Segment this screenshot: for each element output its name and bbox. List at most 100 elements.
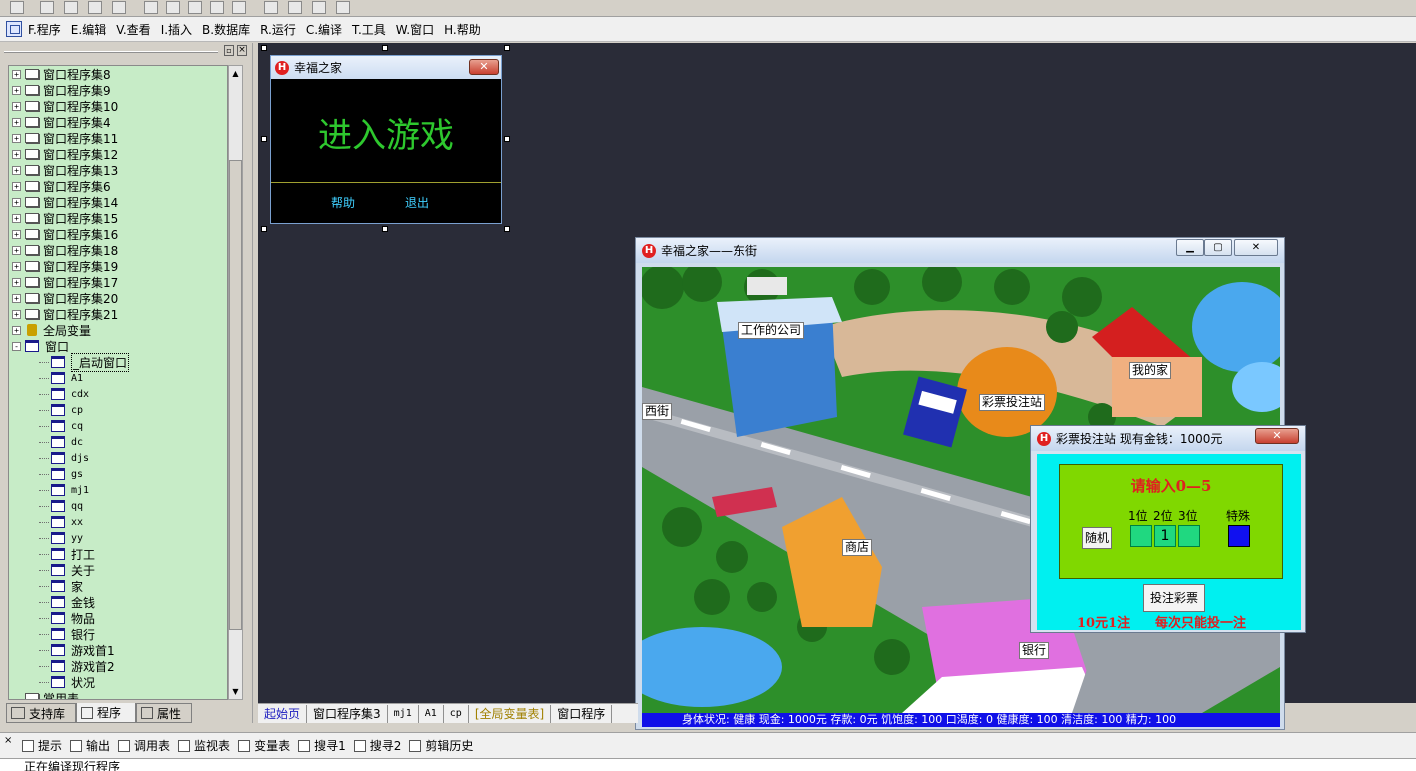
app-icon[interactable] [6,21,22,37]
expand-icon[interactable]: + [12,101,21,111]
start-window[interactable]: H 幸福之家 ✕ 进入游戏 帮助 退出 [270,55,502,224]
menu-item-tools[interactable]: T.工具 [352,21,386,38]
tree-window-item[interactable]: 金钱 [39,594,95,610]
close-output-icon[interactable]: × [4,735,12,746]
close-panel-icon[interactable]: × [237,45,247,56]
tree-item[interactable]: + 窗口程序集17 [12,274,118,290]
tree-window-item[interactable]: cq [39,418,83,434]
maximize-icon[interactable]: ▢ [1204,239,1232,256]
tree-window-item[interactable]: cp [39,402,83,418]
tree-window-item[interactable]: 游戏首1 [39,642,115,658]
tree-item[interactable]: + 窗口程序集18 [12,242,118,258]
resize-handle[interactable] [261,45,267,51]
lottery-window[interactable]: H 彩票投注站 现有金钱：1000元 ✕ 请输入0—5 1位 2位 3位 特殊 … [1030,425,1306,633]
expand-icon[interactable]: + [12,309,21,319]
menu-item-program[interactable]: F.程序 [28,21,61,38]
random-button[interactable]: 随机 [1082,527,1112,549]
tree-item[interactable]: + 窗口程序集11 [12,130,118,146]
place-bet-button[interactable]: 投注彩票 [1143,584,1205,612]
location-label-bank[interactable]: 银行 [1019,642,1050,659]
tree-window-item[interactable]: 游戏首2 [39,658,115,674]
tree-window-item[interactable]: _启动窗口 [39,352,130,372]
exit-link[interactable]: 退出 [405,194,429,211]
resize-handle[interactable] [261,226,267,232]
expand-icon[interactable]: + [12,197,21,207]
menu-item-database[interactable]: B.数据库 [202,21,250,38]
tree-item[interactable]: + 窗口程序集20 [12,290,118,306]
resize-handle[interactable] [382,45,388,51]
tree-item[interactable]: + 全局变量 [12,322,91,338]
toolbar-icon[interactable] [166,1,180,14]
tab-start-page[interactable]: 起始页 [258,704,308,723]
tab-a1[interactable]: A1 [419,704,444,723]
tab-watch[interactable]: 监视表 [178,737,230,754]
expand-icon[interactable]: + [12,293,21,303]
tree-window-item[interactable]: 状况 [39,674,95,690]
scroll-up-icon[interactable]: ▲ [229,66,242,81]
location-label-lottery[interactable]: 彩票投注站 [979,394,1046,411]
expand-icon[interactable]: + [12,229,21,239]
expand-icon[interactable]: + [12,277,21,287]
tree-window-item[interactable]: qq [39,498,83,514]
toolbar-icon[interactable] [40,1,54,14]
enter-game-button[interactable]: 进入游戏 [271,108,501,157]
resize-handle[interactable] [504,45,510,51]
close-icon[interactable]: ✕ [469,59,499,75]
menu-item-edit[interactable]: E.编辑 [71,21,106,38]
tree-item[interactable]: - 窗口 [12,338,69,354]
tab-search-2[interactable]: 搜寻2 [353,737,401,754]
expand-icon[interactable]: + [12,149,21,159]
tree-item[interactable]: + 窗口程序集21 [12,306,118,322]
resize-handle[interactable] [504,226,510,232]
toolbar-icon[interactable] [88,1,102,14]
location-label-home[interactable]: 我的家 [1129,362,1172,379]
menu-item-window[interactable]: W.窗口 [396,21,434,38]
tree-item[interactable]: + 窗口程序集13 [12,162,118,178]
expand-icon[interactable]: + [12,325,21,335]
tree-item[interactable]: + 窗口程序集4 [12,114,111,130]
tree-item[interactable]: + 窗口程序集16 [12,226,118,242]
location-label-west-street[interactable]: 西街 [642,403,673,420]
toolbar-icon[interactable] [210,1,224,14]
toolbar-icon[interactable] [312,1,326,14]
toolbar-icon[interactable] [232,1,246,14]
location-label-shop[interactable]: 商店 [842,539,873,556]
tab-support-library[interactable]: 支持库 [6,703,76,723]
toolbar-icon[interactable] [264,1,278,14]
tab-search-1[interactable]: 搜寻1 [298,737,346,754]
menu-item-compile[interactable]: C.编译 [306,21,342,38]
digit-3-input[interactable] [1178,525,1200,547]
digit-2-input[interactable]: 1 [1154,525,1176,547]
special-input[interactable] [1228,525,1250,547]
tab-call-stack[interactable]: 调用表 [118,737,170,754]
tab-output[interactable]: 输出 [70,737,110,754]
tree-item[interactable]: + 窗口程序集15 [12,210,118,226]
tree-window-item[interactable]: mj1 [39,482,89,498]
tree-item[interactable]: + 窗口程序集8 [12,66,111,82]
expand-icon[interactable]: + [12,245,21,255]
tab-window-program[interactable]: 窗口程序 [551,704,613,723]
tab-properties[interactable]: 属性 [136,703,192,723]
tree-window-item[interactable]: 物品 [39,610,95,626]
tree-window-item[interactable]: 关于 [39,562,95,578]
lottery-window-titlebar[interactable]: H 彩票投注站 现有金钱：1000元 ✕ [1031,426,1305,451]
toolbar-icon[interactable] [144,1,158,14]
toolbar-icon[interactable] [288,1,302,14]
toolbar-icon[interactable] [336,1,350,14]
tree-window-item[interactable]: xx [39,514,83,530]
tree-window-item[interactable]: 家 [39,578,83,594]
tab-program[interactable]: 程序 [76,703,136,723]
tree-item[interactable]: + 窗口程序集19 [12,258,118,274]
tab-hint[interactable]: 提示 [22,737,62,754]
close-icon[interactable]: ✕ [1255,428,1299,444]
tree-window-item[interactable]: 打工 [39,546,95,562]
tree-window-item[interactable]: A1 [39,370,83,386]
expand-icon[interactable]: + [12,181,21,191]
toolbar-icon[interactable] [64,1,78,14]
expand-icon[interactable]: + [12,165,21,175]
tab-window-module-3[interactable]: 窗口程序集3 [307,704,388,723]
minimize-icon[interactable]: ▁ [1176,239,1204,256]
tree-window-item[interactable]: yy [39,530,83,546]
digit-1-input[interactable] [1130,525,1152,547]
menu-item-run[interactable]: R.运行 [260,21,296,38]
